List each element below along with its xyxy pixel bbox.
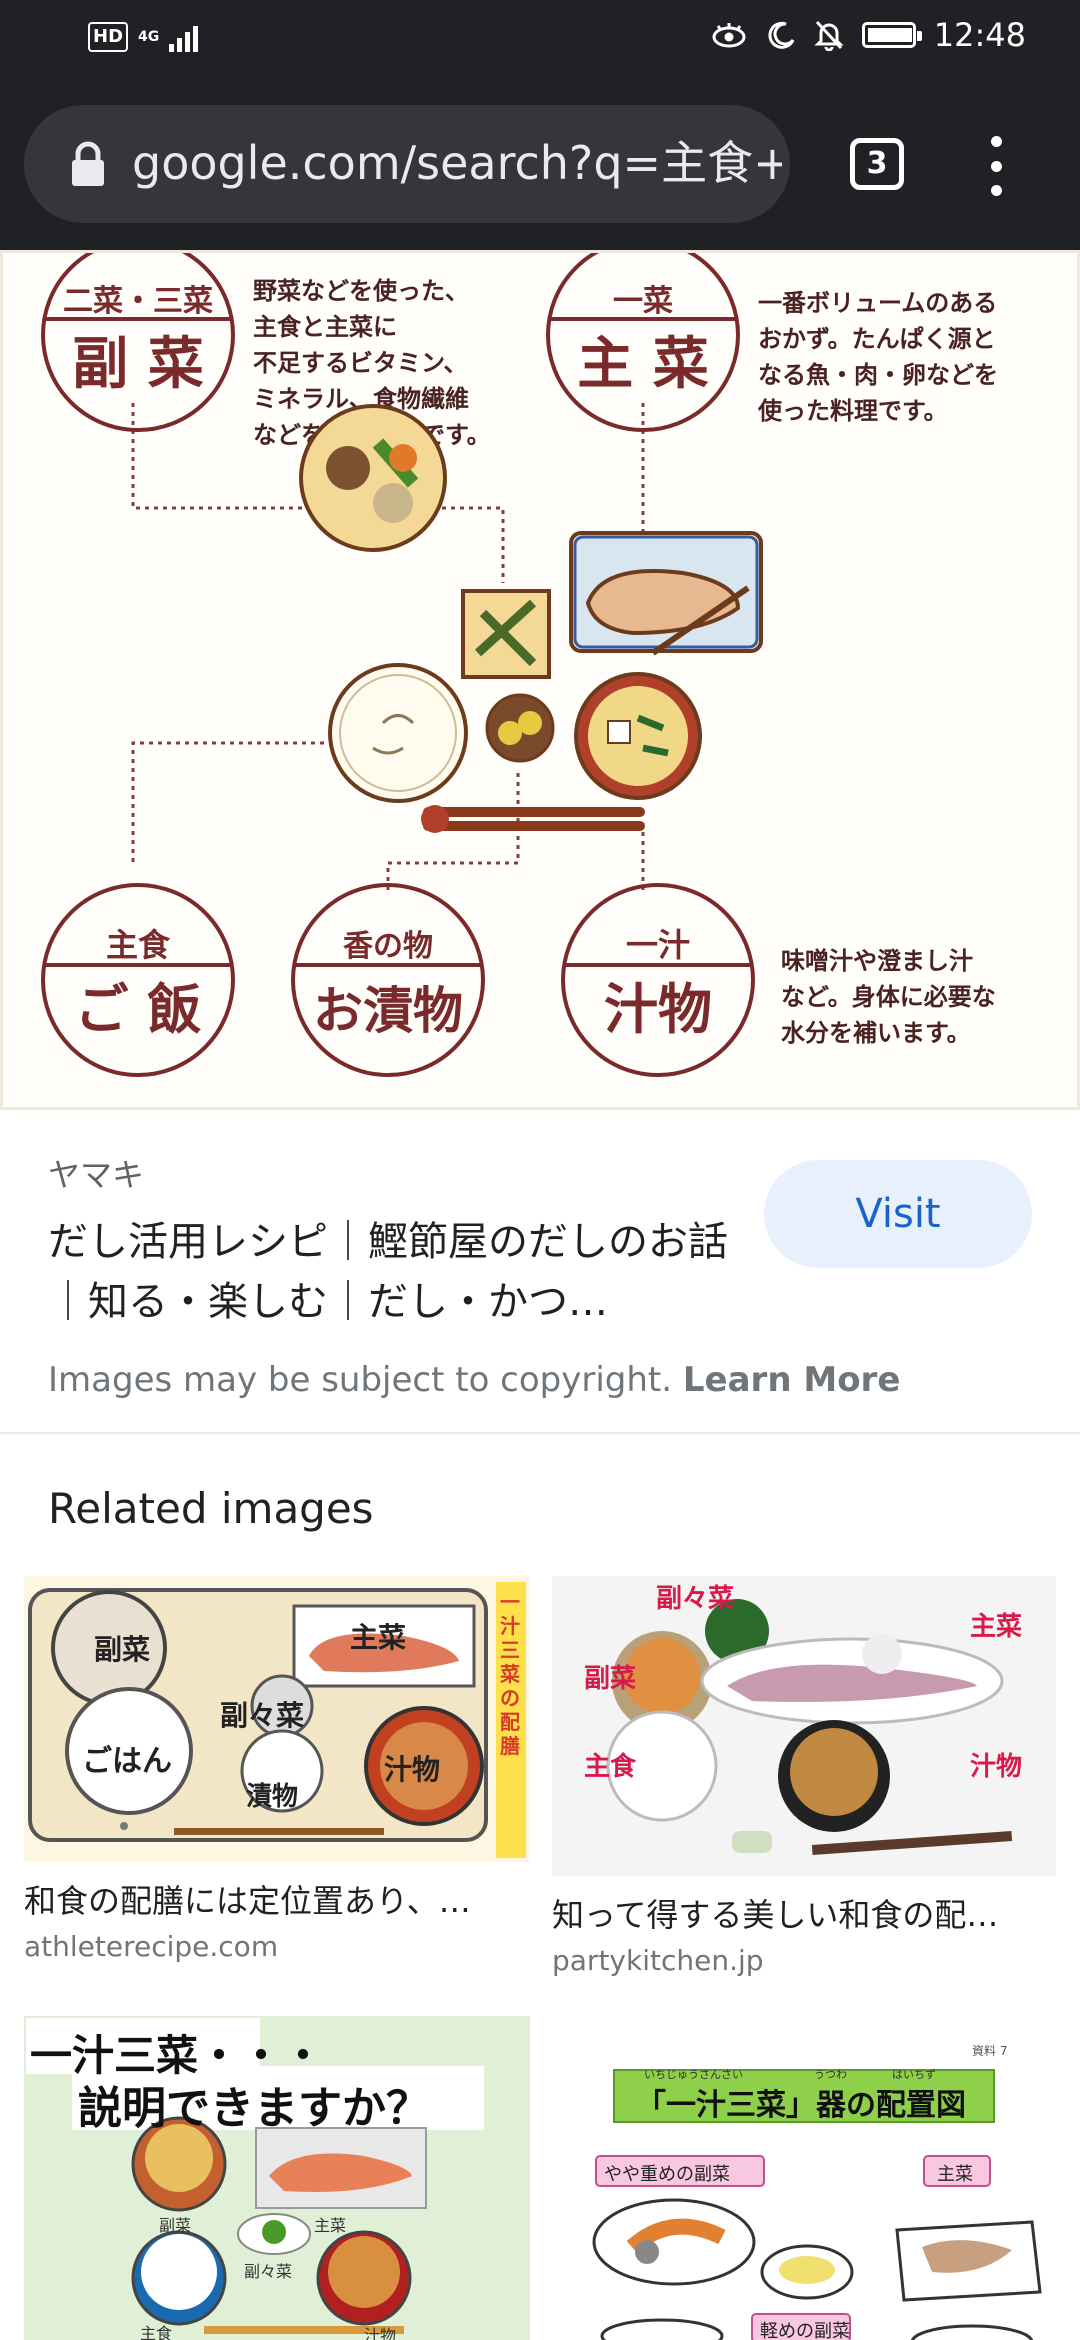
tl-main-label: 副 菜 — [72, 332, 204, 397]
thumb2-label-5: 汁物 — [970, 1752, 1023, 1782]
thumb1-label-4: ごはん — [82, 1744, 172, 1779]
grilled-fish-plate — [569, 531, 763, 656]
thumb4-label-6: やや重めの副菜 — [604, 2164, 730, 2185]
related-thumb-4[interactable]: 資料 7 「一汁三菜」器の配置図 いちじゅうさんさい うつわ はいちず やや重め… — [552, 2032, 1056, 2340]
overflow-menu-icon[interactable] — [986, 136, 1006, 196]
tab-switcher-button[interactable]: 3 — [850, 138, 904, 190]
tl-top-label: 二菜・三菜 — [63, 284, 213, 319]
bell-off-icon — [814, 20, 844, 51]
thumb4-label-8: 軽めの副菜 — [760, 2321, 850, 2340]
signal-icon — [169, 22, 199, 52]
thumb1-label-5: 漬物 — [246, 1782, 299, 1812]
thumb2-label-1: 副々菜 — [656, 1584, 735, 1614]
related-thumb-1[interactable]: 副菜 主菜 副々菜 ごはん 漬物 汁物 一汁三菜の配膳 — [24, 1576, 530, 1862]
copyright-text: Images may be subject to copyright. — [48, 1360, 673, 1400]
source-name[interactable]: ヤマキ — [48, 1150, 144, 1196]
status-bar: HD 4G 12:48 — [0, 0, 1080, 80]
thumb4-label-7: 主菜 — [937, 2164, 973, 2185]
main-image[interactable]: 二菜・三菜 副 菜 一菜 主 菜 主食 ご 飯 香の物 お漬物 一汁 汁物 野菜… — [0, 238, 1080, 1110]
tl-desc-2: 主食と主菜に — [253, 313, 397, 341]
pickles-dish — [485, 693, 555, 763]
ichiju-sansai-diagram: 二菜・三菜 副 菜 一菜 主 菜 主食 ご 飯 香の物 お漬物 一汁 汁物 野菜… — [41, 238, 998, 1077]
thumb4-label-4: うつわ — [814, 2068, 847, 2081]
clock: 12:48 — [933, 16, 1026, 54]
related-card-1[interactable]: 副菜 主菜 副々菜 ごはん 漬物 汁物 一汁三菜の配膳 和食の配膳には定位置あり… — [24, 1576, 530, 1963]
thumb3-label-2: 説明できますか？ — [78, 2083, 430, 2134]
tl-desc-1: 野菜などを使った、 — [253, 277, 469, 305]
moon-icon — [768, 21, 795, 49]
thumb1-label-3: 副々菜 — [220, 1699, 305, 1732]
thumb1-label-2: 主菜 — [350, 1621, 407, 1654]
eye-icon — [712, 23, 746, 48]
tr-desc-1: 一番ボリュームのある — [758, 289, 997, 317]
thumb1-label-1: 副菜 — [94, 1633, 151, 1666]
related-thumb-2[interactable]: 副々菜 主菜 副菜 主食 汁物 — [552, 1576, 1056, 1876]
related-caption-2[interactable]: 知って得する美しい和食の配… — [552, 1890, 1056, 1936]
br-desc-2: など。身体に必要な — [781, 983, 996, 1011]
thumb2-label-4: 主食 — [584, 1752, 637, 1782]
thumb3-label-3: 副菜 — [159, 2216, 192, 2235]
thumb4-label-2: 「一汁三菜」器の配置図 — [636, 2088, 966, 2123]
thumb3-label-6: 主食 — [140, 2324, 173, 2340]
related-thumb-3[interactable]: 一汁三菜・・・ 説明できますか？ 副菜 主菜 副々菜 主食 汁物 — [24, 2016, 530, 2340]
learn-more-link[interactable]: Learn More — [683, 1360, 901, 1400]
br-desc-3: 水分を補います。 — [781, 1019, 971, 1047]
tr-desc-2: おかず。たんぱく源と — [758, 325, 996, 353]
br-top-label: 一汁 — [626, 926, 690, 964]
chopsticks — [421, 805, 645, 833]
tr-top-label: 一菜 — [613, 284, 673, 319]
related-domain-2: partykitchen.jp — [552, 1944, 764, 1977]
miso-soup-bowl — [574, 672, 702, 800]
bm-top-label: 香の物 — [343, 929, 433, 964]
thumb2-label-2: 主菜 — [970, 1612, 1023, 1642]
battery-icon — [861, 22, 922, 48]
lock-icon — [72, 141, 104, 186]
bl-main-label: ご 飯 — [75, 978, 202, 1041]
rice-bowl — [328, 663, 468, 803]
br-desc-1: 味噌汁や澄まし汁 — [781, 947, 973, 975]
br-main-label: 汁物 — [604, 978, 712, 1041]
thumb1-label-7: 一汁三菜の配膳 — [500, 1590, 520, 1758]
thumb3-label-7: 汁物 — [364, 2326, 397, 2340]
thumb4-label-3: いちじゅうさんさい — [644, 2068, 743, 2081]
browser-toolbar: google.com/search?q=主食+三 3 — [0, 80, 1080, 250]
thumb2-label-3: 副菜 — [584, 1664, 637, 1694]
result-title[interactable]: だし活用レシピ｜鰹節屋のだしのお話｜知る・楽しむ｜だし・かつ… — [48, 1212, 748, 1332]
related-caption-1[interactable]: 和食の配膳には定位置あり、… — [24, 1876, 530, 1922]
bm-main-label: お漬物 — [313, 982, 463, 1040]
network-type: 4G — [138, 29, 160, 45]
related-domain-1: athleterecipe.com — [24, 1930, 279, 1963]
thumb3-label-4: 主菜 — [314, 2216, 347, 2235]
address-bar[interactable]: google.com/search?q=主食+三 — [24, 105, 790, 223]
visit-button[interactable]: Visit — [764, 1160, 1032, 1268]
related-card-2[interactable]: 副々菜 主菜 副菜 主食 汁物 知って得する美しい和食の配… partykitc… — [552, 1576, 1056, 1977]
aemono-dish — [461, 589, 551, 679]
hd-icon: HD — [88, 22, 129, 52]
tl-desc-3: 不足するビタミン、 — [253, 349, 468, 377]
tr-desc-3: なる魚・肉・卵などを — [758, 361, 998, 389]
related-images-heading: Related images — [48, 1484, 374, 1533]
copyright-notice: Images may be subject to copyright. Lear… — [48, 1360, 900, 1400]
bl-top-label: 主食 — [106, 926, 171, 964]
thumb3-label-5: 副々菜 — [244, 2262, 293, 2281]
thumb4-label-1: 資料 7 — [972, 2044, 1008, 2058]
tr-main-label: 主 菜 — [577, 332, 709, 397]
divider — [0, 1432, 1080, 1434]
thumb1-label-6: 汁物 — [384, 1753, 441, 1786]
url-text[interactable]: google.com/search?q=主食+三 — [132, 133, 782, 193]
thumb4-label-5: はいちず — [892, 2068, 936, 2081]
related-card-3[interactable]: 一汁三菜・・・ 説明できますか？ 副菜 主菜 副々菜 主食 汁物 — [24, 2016, 530, 2340]
nimono-bowl — [299, 404, 447, 552]
related-card-4[interactable]: 資料 7 「一汁三菜」器の配置図 いちじゅうさんさい うつわ はいちず やや重め… — [552, 2032, 1056, 2340]
tr-desc-4: 使った料理です。 — [757, 397, 948, 425]
